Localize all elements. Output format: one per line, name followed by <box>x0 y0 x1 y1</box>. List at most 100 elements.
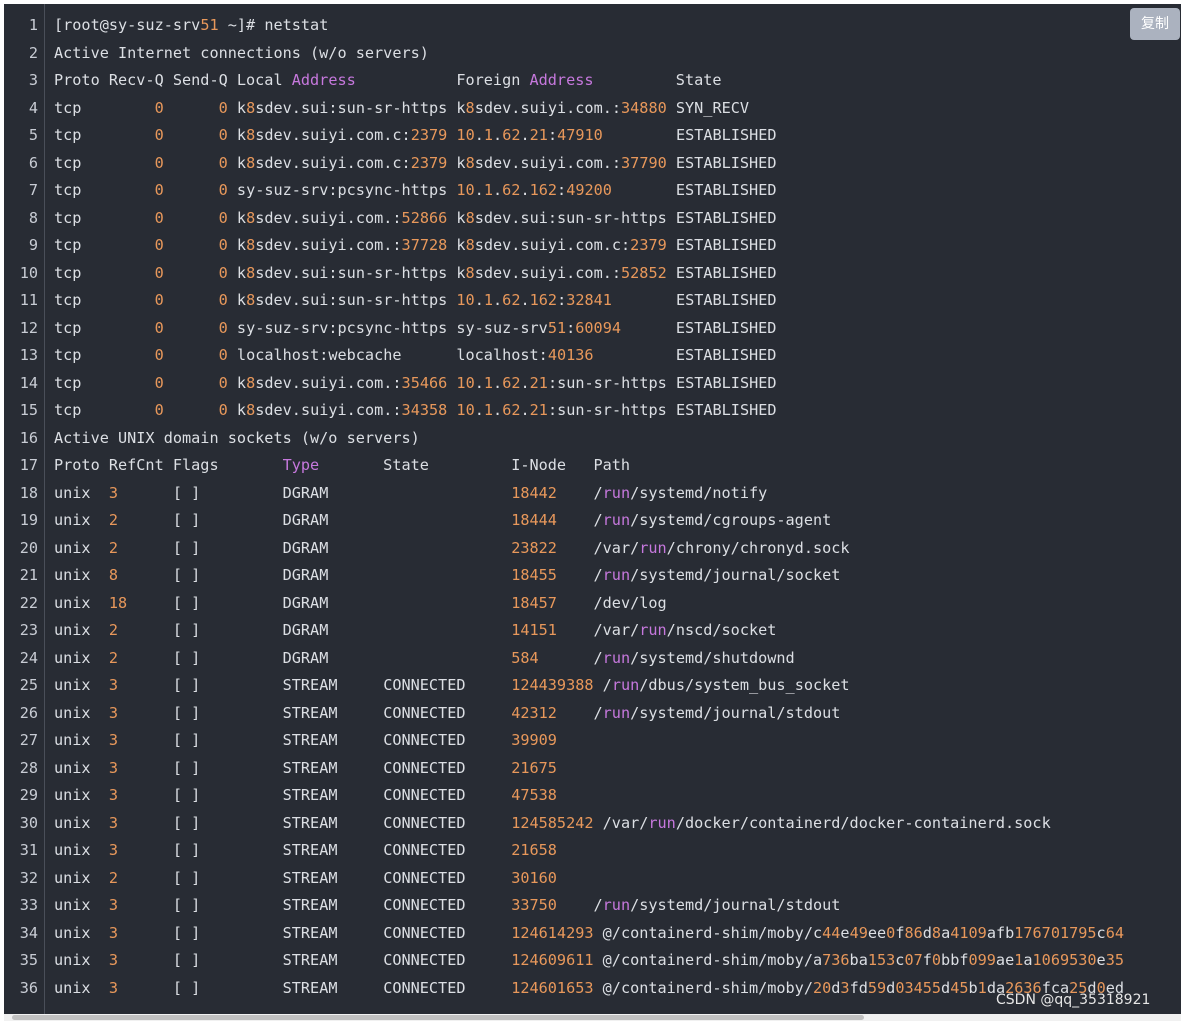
keyword-token: run <box>611 676 640 694</box>
number-token: 10 <box>456 126 475 144</box>
number-token: 124601653 <box>511 978 594 997</box>
number-token: 124439388 <box>511 676 594 694</box>
line-number: 3 <box>28 71 38 89</box>
line-number: 1 <box>28 16 38 34</box>
code-line: tcp 0 0 k8sdev.sui:sun-sr-https k8sdev.s… <box>54 98 750 117</box>
number-token: 8 <box>465 98 475 117</box>
keyword-token: run <box>602 566 631 584</box>
code-line: Active UNIX domain sockets (w/o servers) <box>54 428 420 447</box>
number-token: 1 <box>483 291 494 309</box>
number-token: 42312 <box>511 703 557 722</box>
code-line: unix 2 [ ] STREAM CONNECTED 30160 <box>54 868 557 887</box>
number-token: 21675 <box>511 758 557 777</box>
number-token: 47910 <box>557 126 603 144</box>
number-token: 2 <box>108 511 119 529</box>
number-token: 23822 <box>511 538 557 557</box>
line-number: 4 <box>28 98 38 117</box>
number-token: 3 <box>108 923 119 942</box>
number-token: 3 <box>108 676 119 694</box>
number-token: 0 <box>218 263 228 282</box>
number-token: 10 <box>456 291 475 309</box>
code-line: tcp 0 0 sy-suz-srv:pcsync-https sy-suz-s… <box>54 318 777 337</box>
number-token: 0 <box>218 373 228 392</box>
keyword-token: run <box>639 538 667 557</box>
number-token: 18455 <box>511 566 557 584</box>
watermark: CSDN @qq_35318921 <box>996 992 1151 1008</box>
line-number: 6 <box>28 153 38 172</box>
line-number: 22 <box>19 593 38 612</box>
code-line: unix 2 [ ] DGRAM 18444 /run/systemd/cgro… <box>54 511 832 529</box>
number-token: 099 <box>968 951 996 969</box>
keyword-token: run <box>602 703 631 722</box>
number-token: 124585242 <box>511 813 594 832</box>
code-line: unix 18 [ ] DGRAM 18457 /dev/log <box>54 593 667 612</box>
number-token: 8 <box>246 98 256 117</box>
line-number: 5 <box>28 126 38 144</box>
code-line: unix 3 [ ] STREAM CONNECTED 33750 /run/s… <box>54 896 841 914</box>
number-token: 8 <box>465 153 475 172</box>
line-number: 28 <box>19 758 38 777</box>
number-token: 2 <box>108 538 119 557</box>
number-token: 0 <box>154 153 164 172</box>
number-token: 2 <box>108 648 119 667</box>
code-line: Proto Recv-Q Send-Q Local Address Foreig… <box>54 71 722 89</box>
code-line: unix 3 [ ] STREAM CONNECTED 124439388 /r… <box>54 676 850 694</box>
number-token: 0 <box>218 181 228 199</box>
horizontal-scrollbar-thumb[interactable] <box>12 1015 864 1020</box>
line-number: 11 <box>19 291 38 309</box>
number-token: 44 <box>822 923 841 942</box>
code-line: unix 3 [ ] STREAM CONNECTED 124601653 @/… <box>54 978 1125 997</box>
code-line: unix 3 [ ] DGRAM 18442 /run/systemd/noti… <box>54 483 768 502</box>
line-number: 9 <box>28 236 38 254</box>
number-token: 8 <box>465 263 475 282</box>
number-token: 49 <box>849 923 868 942</box>
line-number: 10 <box>19 263 38 282</box>
line-number: 20 <box>19 538 38 557</box>
number-token: 0 <box>218 153 228 172</box>
number-token: 8 <box>465 208 475 227</box>
number-token: 0 <box>218 208 228 227</box>
number-token: 0 <box>154 263 164 282</box>
number-token: 34358 <box>401 401 448 419</box>
code-line: tcp 0 0 k8sdev.suiyi.com.:52866 k8sdev.s… <box>54 208 777 227</box>
number-token: 0 <box>154 291 164 309</box>
copy-button[interactable]: 复制 <box>1130 8 1180 40</box>
line-number: 36 <box>19 978 38 997</box>
number-token: 162 <box>529 291 558 309</box>
number-token: 40136 <box>547 346 594 364</box>
code-line: tcp 0 0 k8sdev.suiyi.com.c:2379 10.1.62.… <box>54 126 777 144</box>
number-token: 62 <box>502 291 521 309</box>
code-line: unix 3 [ ] STREAM CONNECTED 21658 <box>54 841 557 859</box>
number-token: 62 <box>502 126 521 144</box>
code-line: Proto RefCnt Flags Type State I-Node Pat… <box>54 456 631 474</box>
number-token: 32841 <box>566 291 612 309</box>
number-token: 60094 <box>575 318 621 337</box>
number-token: 21658 <box>511 841 557 859</box>
number-token: 10 <box>456 401 475 419</box>
number-token: 176701795 <box>1014 923 1097 942</box>
keyword-token: run <box>648 813 676 832</box>
number-token: 51 <box>200 16 219 34</box>
code-line: tcp 0 0 localhost:webcache localhost:401… <box>54 346 777 364</box>
number-token: 14151 <box>511 621 557 639</box>
keyword-token: run <box>639 621 667 639</box>
number-token: 8 <box>465 236 475 254</box>
line-number: 13 <box>19 346 38 364</box>
code-line: unix 3 [ ] STREAM CONNECTED 42312 /run/s… <box>54 703 841 722</box>
number-token: 3 <box>108 813 119 832</box>
code-content[interactable]: [root@sy-suz-srv51 ~]# netstat Active Int… <box>54 4 1181 1014</box>
code-line: unix 3 [ ] STREAM CONNECTED 124609611 @/… <box>54 951 1124 969</box>
line-number: 14 <box>19 373 38 392</box>
line-number: 34 <box>19 923 38 942</box>
keyword-token: Address <box>529 71 594 89</box>
number-token: 07 <box>904 951 923 969</box>
line-number: 19 <box>19 511 38 529</box>
number-token: 62 <box>502 401 521 419</box>
number-token: 0 <box>218 346 228 364</box>
line-number: 30 <box>19 813 38 832</box>
number-token: 8 <box>246 373 256 392</box>
line-number: 26 <box>19 703 38 722</box>
number-token: 8 <box>108 566 119 584</box>
line-number: 18 <box>19 483 38 502</box>
number-token: 3 <box>108 896 119 914</box>
